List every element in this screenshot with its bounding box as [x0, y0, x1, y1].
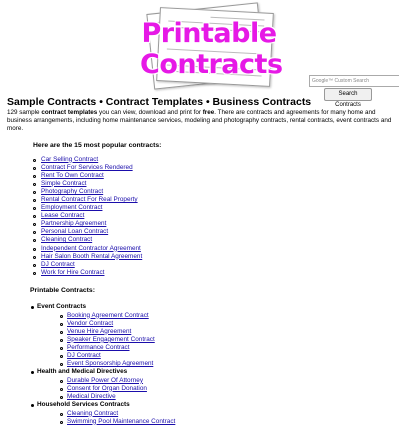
- list-item: Cleaning Contract: [32, 236, 142, 244]
- popular-link[interactable]: Contract For Services Rendered: [41, 164, 133, 171]
- list-item: Hair Salon Booth Rental Agreement: [32, 253, 142, 261]
- popular-link[interactable]: Work for Hire Contract: [41, 269, 104, 276]
- list-item: Personal Loan Contract: [32, 228, 142, 236]
- list-item: Rent To Own Contract: [32, 172, 142, 180]
- health-medical-list: Durable Power Of Attorney Consent for Or…: [60, 377, 147, 401]
- contract-link[interactable]: Event Sponsorship Agreement: [67, 360, 153, 367]
- list-item: Performance Contract: [60, 344, 155, 352]
- popular-link[interactable]: Personal Loan Contract: [41, 228, 108, 235]
- contract-link[interactable]: Consent for Organ Donation: [67, 385, 147, 392]
- page-title: Sample Contracts • Contract Templates • …: [7, 96, 312, 108]
- list-item: Contract For Services Rendered: [32, 164, 142, 172]
- contract-link[interactable]: Swimming Pool Maintenance Contract: [67, 418, 175, 425]
- popular-link[interactable]: Employment Contract: [41, 204, 102, 211]
- contract-link[interactable]: Durable Power Of Attorney: [67, 377, 143, 384]
- category-household-services: Household Services Contracts: [31, 401, 130, 408]
- list-item: Durable Power Of Attorney: [60, 377, 147, 385]
- list-item: Consent for Organ Donation: [60, 385, 147, 393]
- list-item: Vendor Contract: [60, 320, 155, 328]
- popular-link[interactable]: Hair Salon Booth Rental Agreement: [41, 253, 142, 260]
- list-item: Medical Directive: [60, 393, 147, 401]
- contract-link[interactable]: DJ Contract: [67, 352, 101, 359]
- household-services-list: Cleaning Contract Swimming Pool Maintena…: [59, 410, 175, 426]
- category-health-medical: Health and Medical Directives: [30, 368, 128, 375]
- list-item: Speaker Engagement Contract: [60, 336, 155, 344]
- list-item: Venue Hire Agreement: [60, 328, 155, 336]
- contract-link[interactable]: Cleaning Contract: [67, 410, 118, 417]
- list-item: Work for Hire Contract: [32, 269, 142, 277]
- search-placeholder: Google™ Custom Search: [312, 78, 369, 84]
- list-item: Event Sponsorship Agreement: [60, 360, 155, 368]
- list-item: Employment Contract: [32, 204, 142, 212]
- contract-link[interactable]: Medical Directive: [67, 393, 116, 400]
- list-item: Cleaning Contract: [59, 410, 175, 418]
- list-item: Partnership Agreement: [32, 220, 142, 228]
- contract-link[interactable]: Speaker Engagement Contract: [67, 336, 155, 343]
- event-contracts-list: Booking Agreement Contract Vendor Contra…: [60, 312, 155, 369]
- list-item: DJ Contract: [32, 261, 142, 269]
- search-input[interactable]: Google™ Custom Search: [309, 75, 399, 87]
- search-button[interactable]: Search Contracts: [324, 88, 372, 108]
- list-item: Booking Agreement Contract: [60, 312, 155, 320]
- list-item: Photography Contract: [32, 188, 142, 196]
- list-item: Simple Contract: [32, 180, 142, 188]
- list-item: Swimming Pool Maintenance Contract: [59, 418, 175, 426]
- category-event-contracts: Event Contracts: [30, 303, 87, 310]
- popular-link[interactable]: Simple Contract: [41, 180, 86, 187]
- popular-link[interactable]: Rental Contract For Real Property: [41, 196, 138, 203]
- popular-link[interactable]: Cleaning Contract: [41, 236, 92, 243]
- list-item: Lease Contract: [32, 212, 142, 220]
- popular-link[interactable]: Photography Contract: [41, 188, 103, 195]
- popular-link[interactable]: Car Selling Contract: [41, 156, 98, 163]
- logo-text-line2: Contracts: [140, 49, 283, 80]
- popular-link[interactable]: Lease Contract: [41, 212, 84, 219]
- list-item: Independent Contractor Agreement: [32, 245, 142, 253]
- contract-link[interactable]: Performance Contract: [67, 344, 130, 351]
- intro-text: 129 sample contract templates you can vi…: [7, 109, 392, 132]
- popular-link[interactable]: DJ Contract: [41, 261, 75, 268]
- site-logo[interactable]: Printable Contracts: [140, 2, 283, 90]
- popular-link[interactable]: Independent Contractor Agreement: [41, 245, 141, 252]
- popular-contracts-list: Car Selling Contract Contract For Servic…: [32, 156, 142, 277]
- popular-heading: Here are the 15 most popular contracts:: [33, 142, 162, 149]
- contract-link[interactable]: Booking Agreement Contract: [67, 312, 149, 319]
- contract-link[interactable]: Vendor Contract: [67, 320, 113, 327]
- contract-link[interactable]: Venue Hire Agreement: [67, 328, 131, 335]
- popular-link[interactable]: Rent To Own Contract: [41, 172, 104, 179]
- list-item: Car Selling Contract: [32, 156, 142, 164]
- popular-link[interactable]: Partnership Agreement: [41, 220, 106, 227]
- printable-heading: Printable Contracts:: [30, 287, 95, 294]
- list-item: Rental Contract For Real Property: [32, 196, 142, 204]
- list-item: DJ Contract: [60, 352, 155, 360]
- logo-text-line1: Printable: [141, 18, 277, 49]
